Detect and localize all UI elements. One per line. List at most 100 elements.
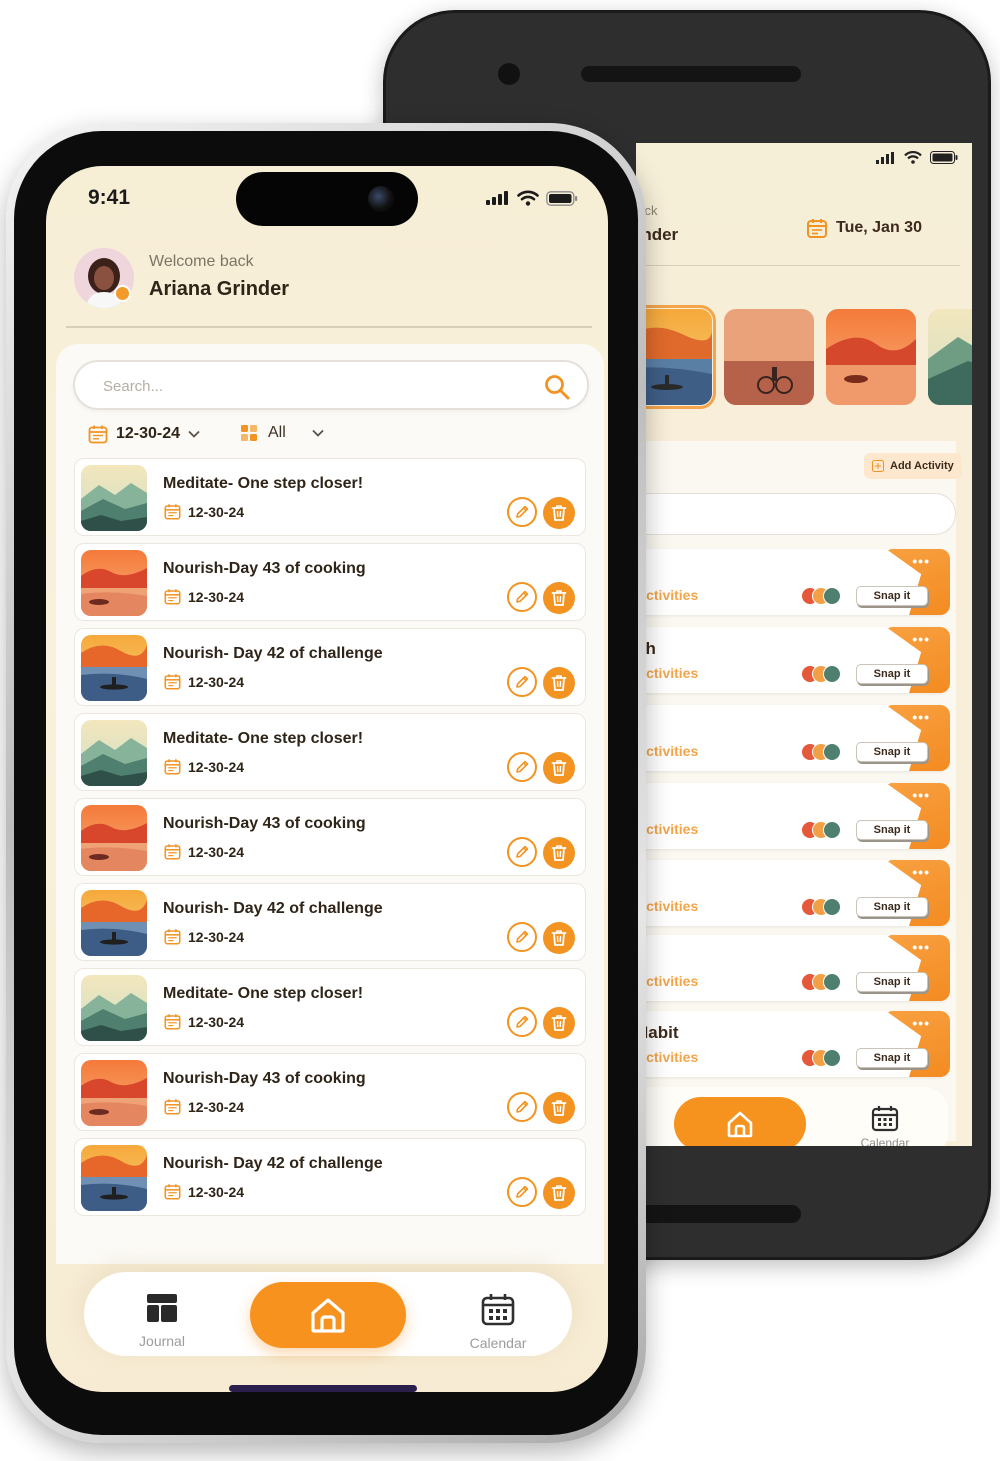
edit-icon xyxy=(516,760,529,773)
search-input[interactable] xyxy=(103,372,503,400)
delete-button[interactable] xyxy=(543,1177,575,1209)
journal-list: Meditate- One step closer! 12-30-24 Nouris… xyxy=(74,458,586,1223)
activity-card[interactable]: ••• Habit Activities Snap it xyxy=(636,1011,950,1077)
edit-icon xyxy=(516,1100,529,1113)
date-filter[interactable]: 12-30-24 xyxy=(88,424,200,444)
more-icon[interactable]: ••• xyxy=(912,553,930,569)
date-text: Tue, Jan 30 xyxy=(836,219,922,236)
activity-card[interactable]: ••• Activities Snap it xyxy=(636,705,950,771)
welcome-text: Welcome back xyxy=(149,253,254,270)
nav-calendar[interactable]: Calendar xyxy=(850,1103,920,1146)
camera-lens xyxy=(368,186,394,212)
snap-it-button[interactable]: Snap it xyxy=(856,1048,928,1068)
snap-it-button[interactable]: Snap it xyxy=(856,742,928,762)
list-item[interactable]: Nourish- Day 42 of challenge 12-30-24 xyxy=(74,1138,586,1216)
list-item[interactable]: Nourish-Day 43 of cooking 12-30-24 xyxy=(74,543,586,621)
delete-button[interactable] xyxy=(543,667,575,699)
carousel-thumb[interactable] xyxy=(636,305,716,409)
back-search-input[interactable] xyxy=(636,493,956,535)
list-item[interactable]: Meditate- One step closer! 12-30-24 xyxy=(74,713,586,791)
snap-it-button[interactable]: Snap it xyxy=(856,664,928,684)
thumbnail-carousel[interactable] xyxy=(636,305,972,409)
item-date-text: 12-30-24 xyxy=(188,503,245,520)
calendar-icon xyxy=(164,589,181,605)
back-screen: back rinder Tue, Jan 30 Add Activity xyxy=(636,143,972,1146)
nav-calendar[interactable]: Calendar xyxy=(458,1292,538,1351)
item-title: Nourish-Day 43 of cooking xyxy=(163,560,366,577)
carousel-thumb[interactable] xyxy=(724,309,814,405)
snap-it-button[interactable]: Snap it xyxy=(856,586,928,606)
item-thumbnail xyxy=(81,805,147,871)
item-thumbnail xyxy=(81,1145,147,1211)
edit-button[interactable] xyxy=(507,752,537,782)
delete-button[interactable] xyxy=(543,1092,575,1124)
delete-button[interactable] xyxy=(543,582,575,614)
calendar-icon xyxy=(481,1294,515,1326)
list-item[interactable]: Nourish- Day 42 of challenge 12-30-24 xyxy=(74,628,586,706)
item-thumbnail xyxy=(81,465,147,531)
item-date-text: 12-30-24 xyxy=(188,843,245,860)
date-display[interactable]: Tue, Jan 30 xyxy=(806,217,922,239)
item-date: 12-30-24 xyxy=(164,1098,244,1115)
category-filter[interactable]: All xyxy=(240,424,324,442)
activity-card[interactable]: ••• Activities Snap it xyxy=(636,549,950,615)
calendar-icon xyxy=(164,1184,181,1200)
edit-button[interactable] xyxy=(507,837,537,867)
list-item[interactable]: Nourish- Day 42 of challenge 12-30-24 xyxy=(74,883,586,961)
more-icon[interactable]: ••• xyxy=(912,631,930,647)
list-item[interactable]: Meditate- One step closer! 12-30-24 xyxy=(74,968,586,1046)
edit-button[interactable] xyxy=(507,922,537,952)
more-icon[interactable]: ••• xyxy=(912,1015,930,1031)
delete-button[interactable] xyxy=(543,922,575,954)
date-filter-value: 12-30-24 xyxy=(116,425,181,442)
snap-it-button[interactable]: Snap it xyxy=(856,972,928,992)
more-icon[interactable]: ••• xyxy=(912,939,930,955)
edit-button[interactable] xyxy=(507,1007,537,1037)
list-item[interactable]: Nourish-Day 43 of cooking 12-30-24 xyxy=(74,1053,586,1131)
edit-icon xyxy=(516,1015,529,1028)
item-title: Meditate- One step closer! xyxy=(163,730,364,747)
list-item[interactable]: Meditate- One step closer! 12-30-24 xyxy=(74,458,586,536)
carousel-thumb[interactable] xyxy=(826,309,916,405)
item-title: Nourish- Day 42 of challenge xyxy=(163,645,383,662)
status-bar-icons xyxy=(486,190,578,206)
item-title: Meditate- One step closer! xyxy=(163,985,364,1002)
carousel-thumb[interactable] xyxy=(928,309,972,405)
nav-calendar-label: Calendar xyxy=(860,1136,910,1146)
activity-card[interactable]: ••• Activities Snap it xyxy=(636,860,950,926)
delete-button[interactable] xyxy=(543,837,575,869)
list-item[interactable]: Nourish-Day 43 of cooking 12-30-24 xyxy=(74,798,586,876)
activity-card[interactable]: ••• Activities Snap it xyxy=(636,783,950,849)
nav-journal[interactable]: Journal xyxy=(124,1292,200,1349)
edit-button[interactable] xyxy=(507,582,537,612)
front-camera xyxy=(498,63,520,85)
snap-it-button[interactable]: Snap it xyxy=(856,897,928,917)
activity-card[interactable]: •••shActivitiesSnap it xyxy=(636,627,950,693)
item-thumbnail xyxy=(81,975,147,1041)
item-date: 12-30-24 xyxy=(164,503,244,520)
item-date-text: 12-30-24 xyxy=(188,1098,245,1115)
snap-it-button[interactable]: Snap it xyxy=(856,820,928,840)
add-activity-button[interactable]: Add Activity xyxy=(864,453,962,479)
activity-card[interactable]: ••• Activities Snap it xyxy=(636,935,950,1001)
participant-avatars xyxy=(801,743,841,761)
delete-button[interactable] xyxy=(543,497,575,529)
home-button[interactable] xyxy=(250,1282,406,1348)
edit-button[interactable] xyxy=(507,1092,537,1122)
search-icon[interactable] xyxy=(543,373,571,401)
edit-button[interactable] xyxy=(507,1177,537,1207)
trash-icon xyxy=(551,930,567,946)
item-date: 12-30-24 xyxy=(164,1013,244,1030)
delete-button[interactable] xyxy=(543,752,575,784)
delete-button[interactable] xyxy=(543,1007,575,1039)
more-icon[interactable]: ••• xyxy=(912,864,930,880)
home-button[interactable] xyxy=(674,1097,806,1146)
item-title: Nourish- Day 42 of challenge xyxy=(163,900,383,917)
more-icon[interactable]: ••• xyxy=(912,709,930,725)
item-thumbnail xyxy=(81,635,147,701)
edit-button[interactable] xyxy=(507,667,537,697)
item-date: 12-30-24 xyxy=(164,843,244,860)
edit-button[interactable] xyxy=(507,497,537,527)
calendar-icon xyxy=(871,1106,899,1132)
more-icon[interactable]: ••• xyxy=(912,787,930,803)
